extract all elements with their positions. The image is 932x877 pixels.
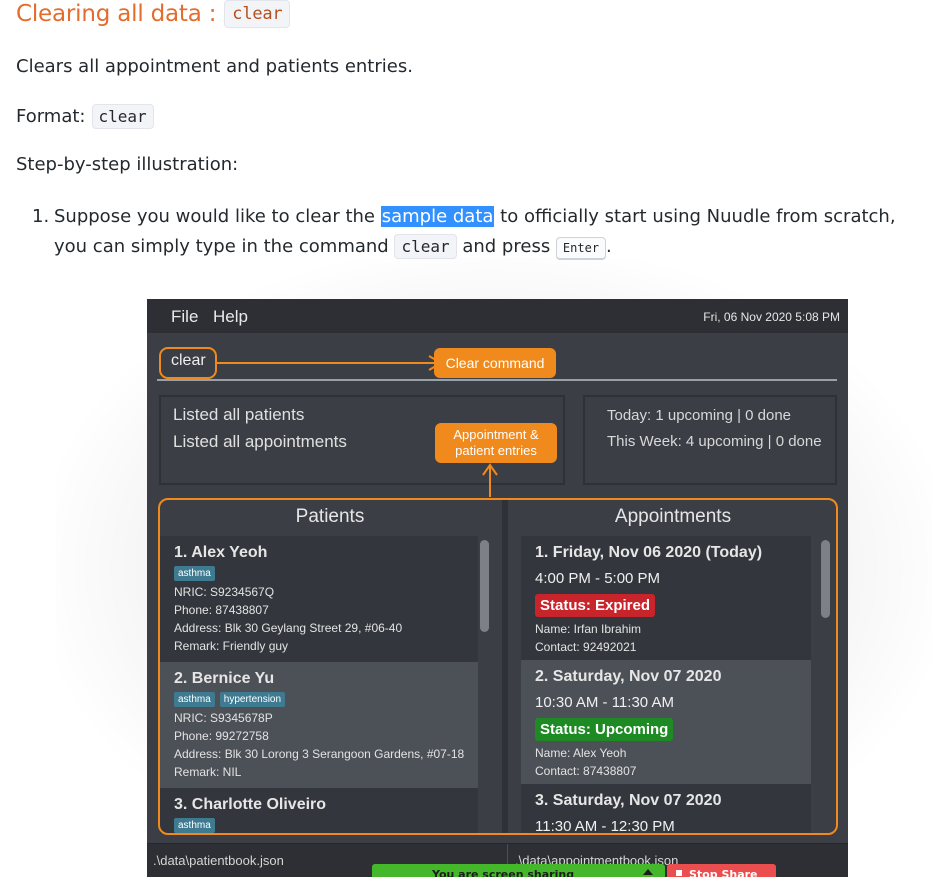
menu-file[interactable]: File (171, 307, 198, 327)
stats-today: Today: 1 upcoming | 0 done (607, 407, 792, 424)
step-number: 1. (32, 206, 50, 227)
heading-text: Clearing all data : (16, 1, 217, 27)
arrow-right-icon (217, 355, 443, 371)
step-text: Suppose you would like to clear the samp… (54, 202, 922, 263)
screen-sharing-bar[interactable]: You are screen sharing (372, 864, 665, 877)
format-line: Format: clear (16, 104, 154, 129)
stop-share-button[interactable]: Stop Share (667, 864, 776, 877)
step-text-before: Suppose you would like to clear the (54, 206, 381, 227)
clear-command-annotation: Clear command (434, 348, 556, 378)
step-code: clear (394, 234, 457, 259)
screen-sharing-text: You are screen sharing (432, 868, 575, 877)
stop-icon (676, 870, 682, 876)
chevron-up-icon[interactable] (643, 867, 653, 877)
command-underline (157, 379, 837, 381)
step-list-item: 1. Suppose you would like to clear the s… (32, 202, 922, 263)
stats-week: This Week: 4 upcoming | 0 done (607, 433, 822, 450)
entries-highlight-outline (158, 498, 838, 835)
section-heading: Clearing all data : clear (16, 0, 291, 28)
format-code: clear (91, 104, 154, 129)
command-input-text[interactable]: clear (171, 352, 206, 370)
menu-help[interactable]: Help (213, 307, 248, 327)
arrow-up-icon (482, 463, 498, 497)
stop-share-label: Stop Share (689, 868, 758, 877)
enter-key: Enter (555, 237, 607, 260)
menu-bar: File Help Fri, 06 Nov 2020 5:08 PM (147, 299, 848, 333)
step-text-and-press: and press (456, 236, 556, 257)
description-text: Clears all appointment and patients entr… (16, 56, 413, 77)
nuudle-app-screenshot: File Help Fri, 06 Nov 2020 5:08 PM clear… (147, 299, 848, 877)
patientbook-path: .\data\patientbook.json (153, 853, 284, 868)
entries-annotation: Appointment & patient entries (435, 423, 557, 463)
step-text-end: . (606, 236, 612, 257)
result-line: Listed all appointments (173, 432, 347, 451)
illustration-label: Step-by-step illustration: (16, 154, 239, 175)
selected-text: sample data (380, 206, 495, 227)
datetime-display: Fri, 06 Nov 2020 5:08 PM (703, 310, 840, 324)
result-line: Listed all patients (173, 405, 305, 424)
heading-code: clear (224, 0, 291, 28)
format-label: Format: (16, 106, 86, 127)
appointment-stats: Today: 1 upcoming | 0 done This Week: 4 … (583, 395, 837, 485)
